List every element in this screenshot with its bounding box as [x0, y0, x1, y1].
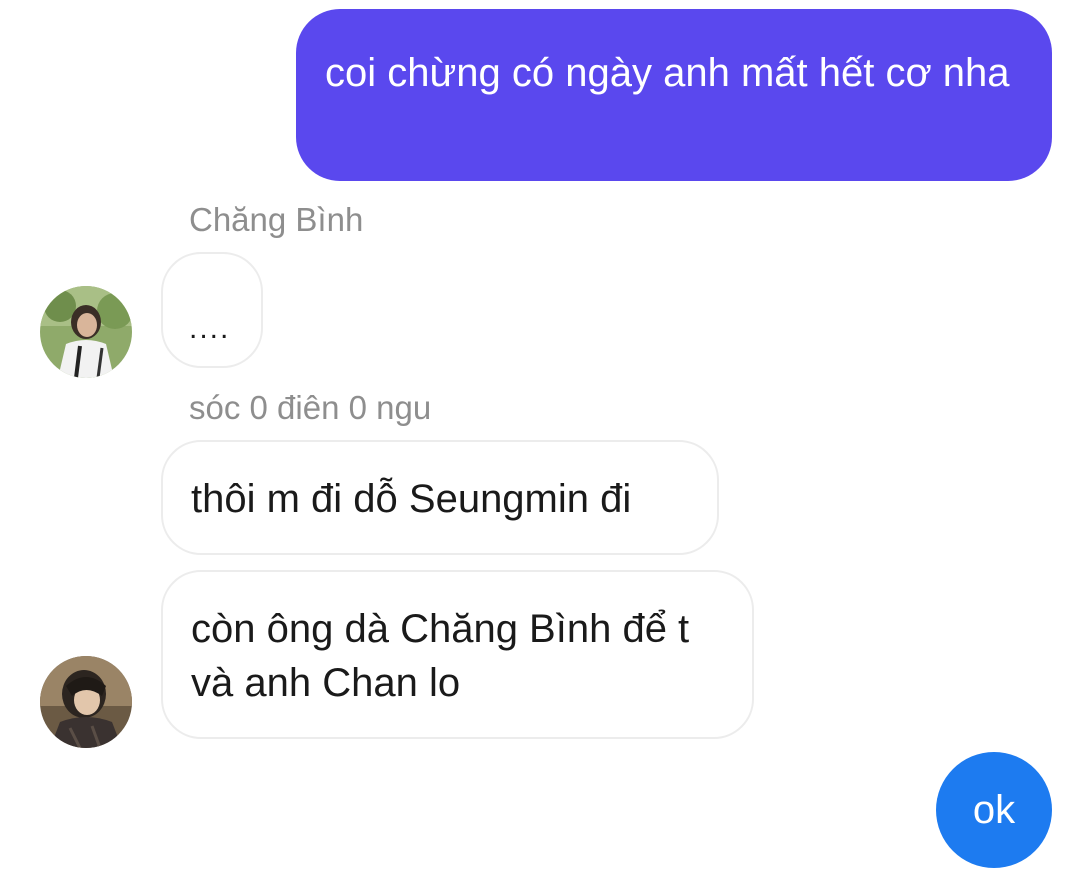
- outgoing-message-bubble[interactable]: coi chừng có ngày anh mất hết cơ nha: [296, 9, 1052, 181]
- sender-name: Chăng Bình: [189, 201, 364, 238]
- incoming-message-bubble[interactable]: thôi m đi dỗ Seungmin đi: [161, 440, 719, 555]
- avatar[interactable]: [40, 656, 132, 748]
- message-text: ok: [972, 788, 1016, 832]
- message-text: thôi m đi dỗ Seungmin đi: [191, 477, 632, 521]
- avatar[interactable]: [40, 286, 132, 378]
- incoming-message-bubble[interactable]: còn ông dà Chăng Bình để t và anh Chan l…: [161, 570, 754, 739]
- message-text: còn ông dà Chăng Bình để t và anh Chan l…: [191, 607, 690, 705]
- chat-thread: coi chừng có ngày anh mất hết cơ nha Chă…: [0, 0, 1080, 884]
- sender-name: sóc 0 điên 0 ngu: [189, 389, 432, 426]
- incoming-message-bubble[interactable]: ....: [161, 252, 263, 368]
- outgoing-message-bubble[interactable]: ok: [936, 752, 1052, 868]
- message-text: ....: [189, 312, 231, 345]
- message-text: coi chừng có ngày anh mất hết cơ nha: [325, 51, 1010, 95]
